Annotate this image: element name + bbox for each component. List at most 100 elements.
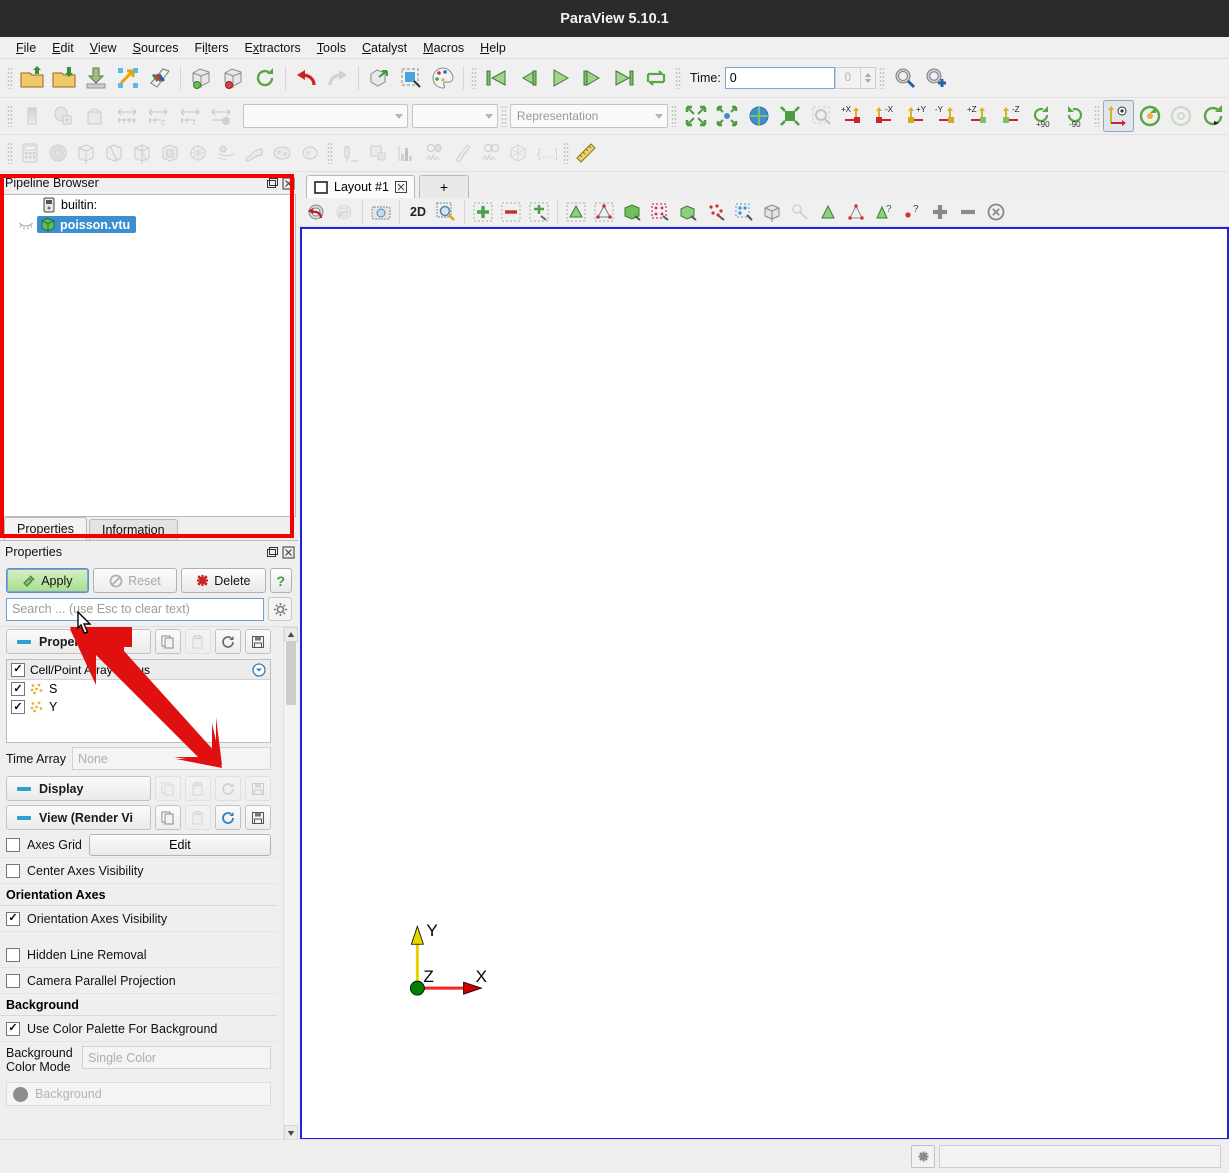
toolbar-grip[interactable] [7, 142, 13, 164]
time-array-combo[interactable]: None [71, 747, 271, 770]
slice-icon[interactable] [100, 139, 128, 167]
programmable-filter-icon[interactable]: {…} [532, 139, 560, 167]
camera-redo-icon[interactable] [330, 198, 358, 226]
pipeline-browser[interactable]: builtin: poisson.vtu [2, 194, 296, 517]
magnify-icon[interactable] [432, 198, 460, 226]
previous-frame-icon[interactable] [512, 62, 544, 94]
copy-icon[interactable] [155, 776, 181, 801]
color-array-combo[interactable] [243, 104, 408, 128]
array-row[interactable]: ✓ S [7, 680, 270, 698]
copy-icon[interactable] [155, 805, 181, 830]
menu-view[interactable]: View [82, 39, 125, 57]
array-status-header-checkbox[interactable]: ✓ [11, 662, 25, 677]
ruler-icon[interactable] [572, 139, 600, 167]
display-section-header[interactable]: Display [0, 774, 277, 803]
save-defaults-icon[interactable] [245, 629, 271, 654]
center-axes-visibility-checkbox[interactable] [6, 863, 20, 878]
undock-icon[interactable] [266, 546, 279, 559]
solid-color-icon[interactable] [16, 100, 48, 132]
close-icon[interactable] [282, 177, 295, 190]
restore-defaults-icon[interactable] [215, 776, 241, 801]
reset-center-icon[interactable] [743, 100, 775, 132]
restore-defaults-icon[interactable] [215, 805, 241, 830]
delete-button[interactable]: Delete [181, 568, 266, 593]
scroll-down-icon[interactable] [284, 1125, 298, 1140]
select-points-polygon-icon[interactable] [702, 198, 730, 226]
eye-closed-icon[interactable] [15, 219, 37, 230]
hover-cells-icon[interactable] [814, 198, 842, 226]
stream-tracer-icon[interactable] [212, 139, 240, 167]
interactive-select-icon[interactable] [395, 62, 427, 94]
select-block-icon[interactable] [758, 198, 786, 226]
axes-grid-checkbox[interactable] [6, 837, 20, 852]
apply-button[interactable]: Apply [6, 568, 89, 593]
rescale-range-icon[interactable] [111, 100, 143, 132]
scrollbar-thumb[interactable] [286, 641, 296, 705]
query-cells-icon[interactable]: ? [870, 198, 898, 226]
toolbar-grip[interactable] [471, 67, 477, 89]
array-status-header[interactable]: ✓ Cell/Point Array Status [7, 660, 270, 680]
menu-help[interactable]: Help [472, 39, 514, 57]
undock-icon[interactable] [266, 177, 279, 190]
zoom-to-data-icon[interactable] [711, 100, 743, 132]
section-title-view[interactable]: View (Render Vi [6, 805, 151, 830]
plot-data-over-time-icon[interactable] [420, 139, 448, 167]
loop-icon[interactable] [640, 62, 672, 94]
close-icon[interactable] [282, 546, 295, 559]
reset-camera-icon[interactable] [680, 100, 712, 132]
open-file-icon[interactable] [16, 62, 48, 94]
save-defaults-icon[interactable] [245, 805, 271, 830]
save-animation-icon[interactable] [144, 62, 176, 94]
threshold-icon[interactable] [128, 139, 156, 167]
extract-level-icon[interactable] [296, 139, 324, 167]
view-section-header[interactable]: View (Render Vi [0, 803, 277, 832]
pipeline-item-poisson[interactable]: poisson.vtu [37, 216, 137, 233]
interactive-select-icon[interactable] [786, 198, 814, 226]
view-minus-z-icon[interactable]: -Z [996, 100, 1028, 132]
camera-undo-icon[interactable] [363, 62, 395, 94]
time-input[interactable]: 0 [724, 67, 835, 89]
toolbar-grip[interactable] [501, 105, 507, 127]
menu-catalyst[interactable]: Catalyst [354, 39, 415, 57]
orientation-axes-visibility-checkbox[interactable]: ✓ [6, 911, 20, 926]
next-frame-icon[interactable] [576, 62, 608, 94]
properties-scroll-area[interactable]: Properties (p ✓ Cell/Point Array Status … [0, 626, 298, 1140]
rescale-visible-icon[interactable] [205, 100, 237, 132]
restore-defaults-icon[interactable] [215, 629, 241, 654]
close-icon[interactable] [394, 181, 407, 193]
section-title-properties[interactable]: Properties (p [6, 629, 151, 654]
select-blocks-icon[interactable] [674, 198, 702, 226]
plot-over-line-icon[interactable] [336, 139, 364, 167]
save-defaults-icon[interactable] [245, 776, 271, 801]
plot-selection-icon[interactable] [476, 139, 504, 167]
reset-session-icon[interactable] [249, 62, 281, 94]
open-recent-icon[interactable] [48, 62, 80, 94]
rotation-center-icon[interactable] [1197, 100, 1229, 132]
undo-icon[interactable] [290, 62, 322, 94]
chevron-down-circle-icon[interactable] [252, 662, 266, 677]
view-minus-x-icon[interactable]: -X [869, 100, 901, 132]
frustum-points-icon[interactable] [646, 198, 674, 226]
python-shell-icon[interactable] [888, 62, 920, 94]
view-plus-z-icon[interactable]: +Z [964, 100, 996, 132]
tab-layout-1[interactable]: Layout #1 [306, 175, 415, 198]
cell-point-array-status[interactable]: ✓ Cell/Point Array Status ✓ S ✓ Y [6, 659, 271, 743]
tab-information[interactable]: Information [88, 519, 178, 540]
glyph-icon[interactable] [184, 139, 212, 167]
first-frame-icon[interactable] [480, 62, 512, 94]
section-title-display[interactable]: Display [6, 776, 151, 801]
disconnect-server-icon[interactable] [217, 62, 249, 94]
toolbar-grip[interactable] [878, 67, 885, 89]
rubber-band-zoom-icon[interactable] [806, 100, 838, 132]
zoom-closest-icon[interactable] [775, 100, 807, 132]
axes-grid-edit-button[interactable]: Edit [88, 833, 271, 856]
view-plus-x-icon[interactable]: +X [838, 100, 870, 132]
frame-value[interactable]: 0 [834, 67, 861, 89]
view-plus-y-icon[interactable]: +Y [901, 100, 933, 132]
representation-combo[interactable]: Representation [509, 104, 668, 128]
clear-selection-icon[interactable] [982, 198, 1010, 226]
select-cells-icon[interactable] [562, 198, 590, 226]
mode-2d-button[interactable]: 2D [404, 205, 432, 219]
menu-macros[interactable]: Macros [415, 39, 472, 57]
toolbar-grip[interactable] [670, 105, 677, 127]
